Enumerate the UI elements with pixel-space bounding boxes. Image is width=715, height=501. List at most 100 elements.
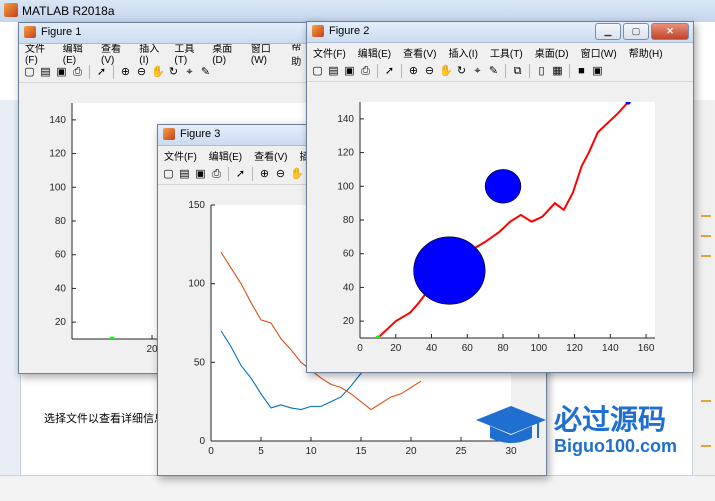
maximize-button[interactable]: ▢	[623, 23, 649, 40]
print-icon[interactable]: ⎙	[210, 168, 223, 181]
figure1-title: Figure 1	[41, 26, 82, 38]
pointer-icon[interactable]: ➚	[383, 65, 396, 78]
point-marker	[625, 102, 631, 105]
pointer-icon[interactable]: ➚	[95, 66, 108, 79]
menu-item-desktop[interactable]: 桌面(D)	[535, 45, 569, 60]
figure2-titlebar[interactable]: Figure 2 ▁ ▢ ✕	[307, 22, 693, 43]
x-tick-label: 80	[497, 343, 509, 354]
watermark-en: Biguo100.com	[554, 436, 678, 456]
zoom-in-icon[interactable]: ⊕	[258, 168, 271, 181]
menu-item-edit[interactable]: 编辑(E)	[358, 45, 391, 60]
y-tick-label: 140	[337, 114, 354, 125]
x-tick-label: 60	[462, 343, 474, 354]
save-icon[interactable]: ▣	[343, 65, 356, 78]
new-icon[interactable]: ▢	[23, 66, 36, 79]
y-tick-label: 60	[343, 249, 355, 260]
y-tick-label: 80	[343, 215, 355, 226]
menu-item-file[interactable]: 文件(F)	[164, 148, 197, 163]
x-tick-label: 40	[426, 343, 438, 354]
figure-icon	[24, 26, 36, 38]
minimize-button[interactable]: ▁	[595, 23, 621, 40]
open-icon[interactable]: ▤	[327, 65, 340, 78]
menu-item-tools[interactable]: 工具(T)	[490, 45, 523, 60]
new-icon[interactable]: ▢	[311, 65, 324, 78]
menu-item-view[interactable]: 查看(V)	[403, 45, 436, 60]
menu-item-help[interactable]: 帮助(H)	[629, 45, 663, 60]
toolbar-separator	[505, 64, 506, 78]
zoom-out-icon[interactable]: ⊖	[274, 168, 287, 181]
zoom-out-icon[interactable]: ⊖	[135, 66, 148, 79]
point-marker	[109, 336, 115, 339]
menu-item-window[interactable]: 窗口(W)	[581, 45, 617, 60]
figure2-window[interactable]: Figure 2 ▁ ▢ ✕ 文件(F) 编辑(E) 查看(V) 插入(I) 工…	[306, 21, 694, 373]
point-marker	[375, 335, 381, 338]
toolbar-separator	[377, 64, 378, 78]
colorbar-icon[interactable]: ▯	[535, 65, 548, 78]
marker-icon	[701, 215, 711, 217]
y-tick-label: 100	[188, 279, 205, 290]
y-tick-label: 20	[343, 316, 355, 327]
y-tick-label: 20	[55, 317, 67, 328]
obstacle-circle	[484, 169, 522, 204]
window-controls: ▁ ▢ ✕	[595, 23, 689, 40]
toolbar-separator	[89, 65, 90, 79]
pan-icon[interactable]: ✋	[151, 66, 165, 79]
zoom-in-icon[interactable]: ⊕	[407, 65, 420, 78]
legend-icon[interactable]: ▦	[551, 65, 564, 78]
figure1-titlebar[interactable]: Figure 1	[19, 23, 319, 44]
show-tools-icon[interactable]: ▣	[591, 65, 604, 78]
close-button[interactable]: ✕	[651, 23, 689, 40]
zoom-out-icon[interactable]: ⊖	[423, 65, 436, 78]
rotate-icon[interactable]: ↻	[455, 65, 468, 78]
x-tick-label: 160	[638, 343, 655, 354]
figure2-title: Figure 2	[329, 25, 370, 37]
x-tick-label: 5	[258, 446, 264, 457]
toolbar-separator	[569, 64, 570, 78]
y-tick-label: 100	[49, 182, 66, 193]
save-icon[interactable]: ▣	[194, 168, 207, 181]
x-tick-label: 25	[455, 446, 467, 457]
print-icon[interactable]: ⎙	[359, 65, 372, 78]
figure-icon	[312, 25, 324, 37]
marker-icon	[701, 255, 711, 257]
x-tick-label: 0	[357, 343, 363, 354]
zoom-in-icon[interactable]: ⊕	[119, 66, 132, 79]
save-icon[interactable]: ▣	[55, 66, 68, 79]
pan-icon[interactable]: ✋	[290, 168, 304, 181]
datacursor-icon[interactable]: ⌖	[183, 66, 196, 79]
new-icon[interactable]: ▢	[162, 168, 175, 181]
x-tick-label: 120	[566, 343, 583, 354]
graduation-cap-icon	[476, 406, 546, 443]
pointer-icon[interactable]: ➚	[234, 168, 247, 181]
x-tick-label: 20	[390, 343, 402, 354]
x-tick-label: 20	[405, 446, 417, 457]
y-tick-label: 40	[55, 283, 67, 294]
y-tick-label: 140	[49, 115, 66, 126]
toolbar-separator	[401, 64, 402, 78]
open-icon[interactable]: ▤	[178, 168, 191, 181]
x-tick-label: 15	[355, 446, 367, 457]
figure2-menubar: 文件(F) 编辑(E) 查看(V) 插入(I) 工具(T) 桌面(D) 窗口(W…	[307, 43, 693, 61]
menu-item-insert[interactable]: 插入(I)	[448, 45, 477, 60]
y-tick-label: 100	[337, 181, 354, 192]
y-tick-label: 120	[49, 149, 66, 160]
hide-tools-icon[interactable]: ■	[575, 65, 588, 78]
y-tick-label: 80	[55, 216, 67, 227]
status-bar	[0, 475, 715, 501]
link-icon[interactable]: ⧉	[511, 65, 524, 78]
watermark-cn: 必过源码	[554, 403, 667, 436]
print-icon[interactable]: ⎙	[71, 66, 84, 79]
pan-icon[interactable]: ✋	[439, 65, 453, 78]
y-tick-label: 50	[194, 357, 206, 368]
brush-icon[interactable]: ✎	[487, 65, 500, 78]
menu-item-file[interactable]: 文件(F)	[313, 45, 346, 60]
datacursor-icon[interactable]: ⌖	[471, 65, 484, 78]
brush-icon[interactable]: ✎	[199, 66, 212, 79]
plot-area	[360, 102, 655, 338]
open-icon[interactable]: ▤	[39, 66, 52, 79]
menu-item-edit[interactable]: 编辑(E)	[209, 148, 242, 163]
matlab-right-panel[interactable]	[692, 100, 715, 500]
rotate-icon[interactable]: ↻	[167, 66, 180, 79]
figure-icon	[163, 128, 175, 140]
menu-item-view[interactable]: 查看(V)	[254, 148, 287, 163]
